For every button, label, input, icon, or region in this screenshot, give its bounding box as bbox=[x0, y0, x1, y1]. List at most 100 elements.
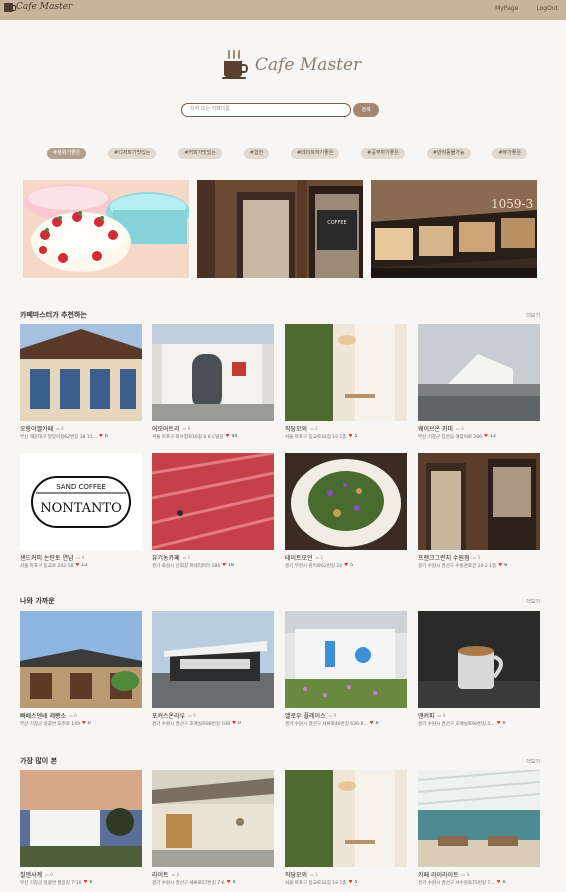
cafe-address: 경기 부천시 원미로62번길 24 bbox=[285, 564, 343, 569]
like-count: 6 bbox=[104, 434, 108, 439]
cafe-card[interactable]: SAND COFFEE NONTANTO 샌드커피 논탄토 연남 ▭ 4 서울 마포… bbox=[20, 453, 142, 569]
heart-icon[interactable]: ♥ bbox=[344, 563, 348, 569]
tag-chip[interactable]: #커피가맛있는 bbox=[178, 148, 222, 159]
like-count: 0 bbox=[232, 880, 236, 885]
cafe-photo bbox=[152, 770, 274, 867]
cafe-card[interactable]: 작당모의 ▭ 1 서울 마포구 동교로32길 19 1층 ♥ 5 bbox=[285, 770, 407, 886]
tag-filter-bar: #분위기좋은 #디저트가맛있는 #커피가맛있는 #힙한 #데이트하기좋은 #공부… bbox=[47, 148, 527, 159]
cafe-name: 유기농카페 bbox=[152, 555, 180, 562]
heart-icon[interactable]: ♥ bbox=[222, 563, 226, 569]
review-count: ▭ 0 bbox=[461, 872, 470, 877]
banner-cafe-storefront[interactable]: COFFEE bbox=[197, 180, 363, 278]
cafe-card[interactable]: 라이트 ▭ 0 경기 수원시 권선구 세류로57번길 7-6 ♥ 0 bbox=[152, 770, 274, 886]
cafe-address: 서울 마포구 동교로32길 19 1층 bbox=[285, 435, 347, 440]
cafe-photo bbox=[285, 453, 407, 550]
heart-icon[interactable]: ♥ bbox=[82, 721, 86, 727]
cafe-card[interactable]: 카페 라이라이트 ▭ 0 경기 수원시 권선구 서수원로75번길 7... ♥ 0 bbox=[418, 770, 540, 886]
tag-chip[interactable]: #분위기좋은 bbox=[47, 148, 87, 159]
cafe-card[interactable]: 앤커피 ▭ 0 경기 수원시 권선구 호매실로90번길 5... ♥ 0 bbox=[418, 611, 540, 727]
heart-icon[interactable]: ♥ bbox=[484, 434, 488, 440]
cafe-card[interactable]: 테이트모던 ▭ 1 경기 부천시 원미로62번길 24 ♥ 5 bbox=[285, 453, 407, 569]
cafe-photo bbox=[20, 770, 142, 867]
cafe-card[interactable]: 유기농카페 ▭ 1 경기 화성시 신외길 파네리마리 184 ♥ 18 bbox=[152, 453, 274, 569]
tag-chip[interactable]: #공부하기좋은 bbox=[361, 148, 405, 159]
cafe-card[interactable]: 빠베스덴테 제빵소 ▭ 0 부산 기장군 일광면 도주로 149 ♥ 0 bbox=[20, 611, 142, 727]
heart-icon[interactable]: ♥ bbox=[75, 563, 79, 569]
logout-link[interactable]: LogOut bbox=[536, 5, 558, 12]
review-count: ▭ 0 bbox=[328, 713, 337, 718]
more-link-recommended[interactable]: 더보기 bbox=[526, 312, 540, 319]
cafe-address: 서울 마포구 동교로32길 19 1층 bbox=[285, 881, 347, 886]
cafe-address: 서울 마포구 동교로 242-16 bbox=[20, 564, 74, 569]
logo-main-text: NONTANTO bbox=[40, 501, 121, 516]
section-title-nearby: 나와 가까운 bbox=[20, 597, 55, 605]
heart-icon[interactable]: ♥ bbox=[83, 880, 87, 886]
heart-icon[interactable]: ♥ bbox=[498, 563, 502, 569]
cafe-card[interactable]: 작당모의 ▭ 2 서울 마포구 동교로32길 19 1층 ♥ 5 bbox=[285, 324, 407, 440]
coffee-cup-icon bbox=[4, 2, 16, 12]
header-brand[interactable]: Cafe Master bbox=[4, 2, 72, 12]
cafe-photo bbox=[285, 611, 407, 708]
cafe-photo bbox=[285, 770, 407, 867]
heart-icon[interactable]: ♥ bbox=[348, 434, 352, 440]
like-count: 44 bbox=[231, 434, 238, 439]
cafe-name: 어모어트리 bbox=[152, 426, 180, 433]
cafe-name: 오랑이옐카페 bbox=[20, 426, 54, 433]
cafe-address: 경기 수원시 권선구 수원천로건 24-2 1층 bbox=[418, 564, 497, 569]
like-count: 8 bbox=[504, 563, 508, 568]
cafe-address: 경기 수원시 권선구 세류로57번길 7-6 bbox=[152, 881, 225, 886]
review-count: ▭ 9 bbox=[182, 426, 191, 431]
review-count: ▭ 1 bbox=[182, 555, 191, 560]
heart-icon[interactable]: ♥ bbox=[497, 721, 501, 727]
review-count: ▭ 0 bbox=[45, 872, 53, 877]
coffee-cup-logo-icon bbox=[222, 50, 249, 80]
cafe-card[interactable]: 어모어트리 ▭ 9 서울 마포구 희우정로16길 8 K.C빌딩 ♥ 44 bbox=[152, 324, 274, 440]
review-count: ▭ 0 bbox=[437, 713, 446, 718]
search-input[interactable]: 지역 또는 카페이름 bbox=[181, 103, 351, 117]
banner-night-cafe[interactable]: 1059-3 bbox=[371, 180, 537, 278]
main-logo: Cafe Master bbox=[222, 50, 361, 80]
top-bar: Cafe Master MyPage LogOut bbox=[0, 0, 566, 20]
tag-chip[interactable]: #힙한 bbox=[243, 148, 270, 159]
heart-icon[interactable]: ♥ bbox=[232, 721, 236, 727]
logo-text: Cafe Master bbox=[255, 55, 362, 75]
tag-chip[interactable]: #반려동물가능 bbox=[426, 148, 471, 159]
cafe-name: 작당모의 bbox=[285, 872, 308, 879]
cafe-card[interactable]: 오랑이옐카페 ▭ 6 부산 해운대구 달맞이길62번길 38 11... ♥ 6 bbox=[20, 324, 142, 440]
tag-chip[interactable]: #뷰가좋은 bbox=[492, 148, 527, 159]
cafe-name: 라이트 bbox=[152, 872, 169, 879]
heart-icon[interactable]: ♥ bbox=[227, 880, 231, 886]
more-link-nearby[interactable]: 더보기 bbox=[526, 598, 540, 605]
heart-icon[interactable]: ♥ bbox=[348, 880, 352, 886]
cafe-card[interactable]: 웨이브온 커피 ▭ 3 부산 기장군 장안읍 해맞이로 286 ♥ 13 bbox=[418, 324, 540, 440]
search-button[interactable]: 검색 bbox=[353, 103, 379, 117]
cafe-sign-text: 1059-3 bbox=[491, 197, 533, 211]
mypage-link[interactable]: MyPage bbox=[495, 5, 518, 12]
tag-chip[interactable]: #데이트하기좋은 bbox=[290, 148, 340, 159]
like-count: 5 bbox=[354, 434, 358, 439]
like-count: 0 bbox=[238, 721, 241, 726]
tag-chip[interactable]: #디저트가맛있는 bbox=[108, 148, 157, 159]
heart-icon[interactable]: ♥ bbox=[370, 721, 374, 727]
like-count: 13 bbox=[490, 434, 496, 439]
cafe-card[interactable]: 칠앤사계 ▭ 0 부산 기장군 일광면 칠암길 7-10 ♥ 6 bbox=[20, 770, 142, 886]
cafe-address: 경기 수원시 권선구 서수원로75번길 7... bbox=[418, 881, 495, 886]
banner-cakes[interactable] bbox=[23, 180, 189, 278]
cafe-card[interactable]: 프렌크그런지 수원점 ▭ 5 경기 수원시 권선구 수원천로건 24-2 1층 ♥ 8 bbox=[418, 453, 540, 569]
like-count: 0 bbox=[87, 721, 91, 726]
cafe-card[interactable]: 포커스온라우 ▭ 0 경기 수원시 권선구 호매실로88번길 108 ♥ 0 bbox=[152, 611, 274, 727]
cafe-card[interactable]: 앨로우 플레이스 ▭ 0 경기 수원시 권선구 세류로46번길 636-8... ♥… bbox=[285, 611, 407, 727]
like-count: 0 bbox=[502, 880, 506, 885]
heart-icon[interactable]: ♥ bbox=[226, 434, 230, 440]
svg-text:COFFEE: COFFEE bbox=[327, 220, 347, 226]
like-count: 13 bbox=[81, 563, 88, 568]
cafe-photo bbox=[20, 324, 142, 421]
cafe-photo bbox=[418, 611, 540, 708]
cafe-name: 작당모의 bbox=[285, 426, 308, 433]
cafe-photo bbox=[20, 611, 142, 708]
more-link-most-viewed[interactable]: 더보기 bbox=[526, 758, 540, 765]
heart-icon[interactable]: ♥ bbox=[99, 434, 103, 440]
heart-icon[interactable]: ♥ bbox=[497, 880, 501, 886]
top-nav: MyPage LogOut bbox=[495, 5, 558, 12]
cafe-photo bbox=[152, 611, 274, 708]
